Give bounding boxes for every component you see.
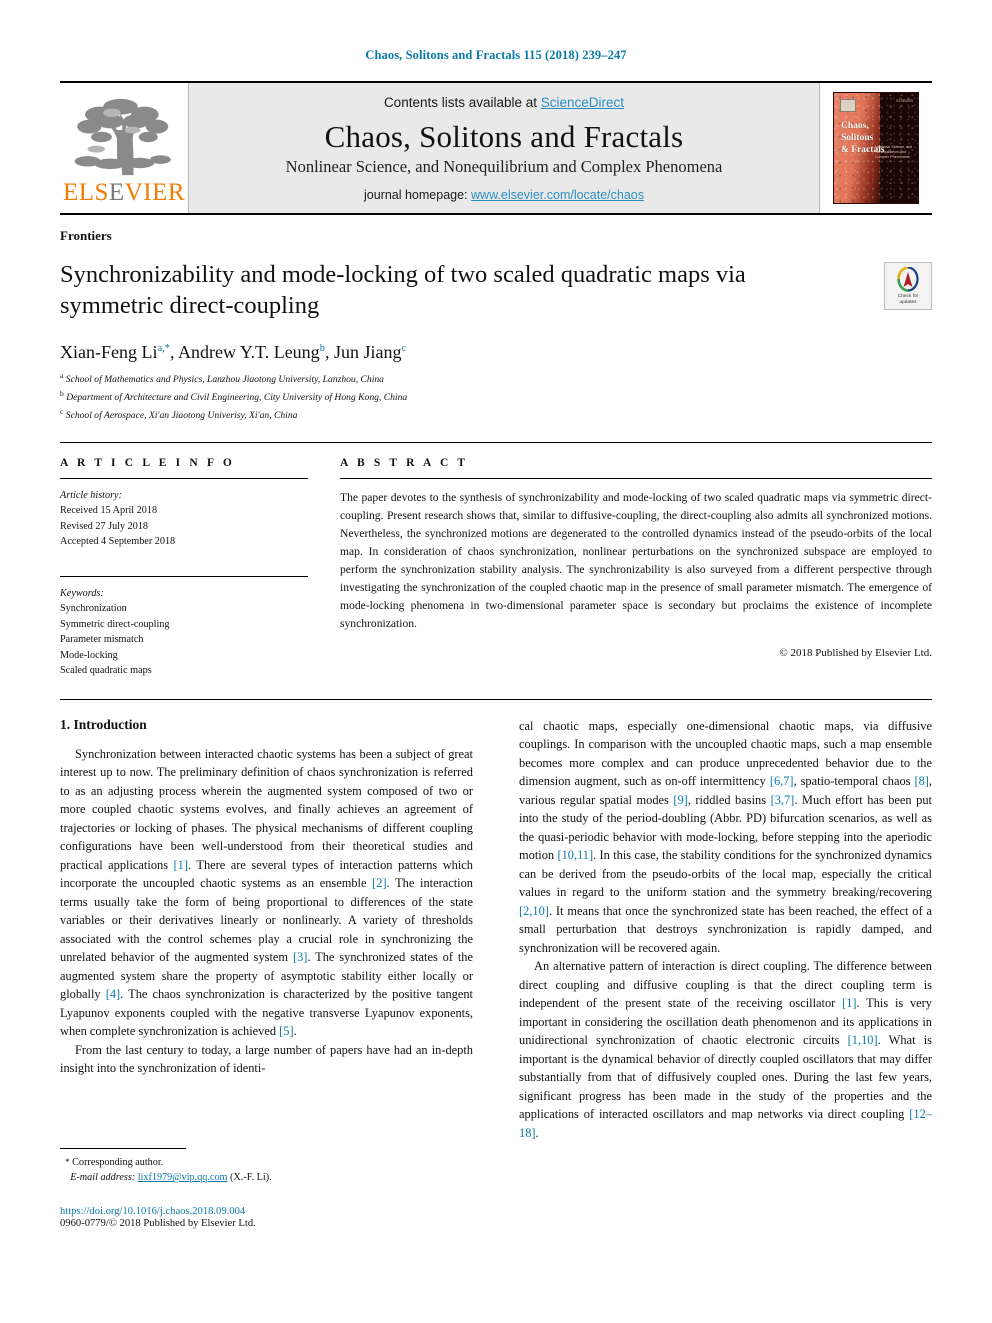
journal-homepage-line: journal homepage: www.elsevier.com/locat… bbox=[364, 188, 644, 202]
footnote-area: * Corresponding author. E-mail address: … bbox=[60, 1148, 480, 1229]
crossmark-icon bbox=[897, 266, 919, 292]
article-header: Frontiers Synchronizability and mode-loc… bbox=[60, 228, 932, 424]
affiliation-mark-1: b bbox=[60, 388, 64, 398]
section-heading-introduction: 1. Introduction bbox=[60, 716, 147, 732]
crossmark-badge[interactable]: Check for updates bbox=[884, 262, 932, 310]
running-head: Chaos, Solitons and Fractals 115 (2018) … bbox=[365, 48, 627, 62]
author-marks-0[interactable]: a,* bbox=[157, 343, 170, 354]
affiliation-text-0: School of Mathematics and Physics, Lanzh… bbox=[65, 373, 384, 385]
crossmark-label-line-2: updates bbox=[899, 299, 917, 305]
email-note: E-mail address: lixf1979@vip.qq.com (X.-… bbox=[60, 1170, 480, 1185]
affiliation-text-1: Department of Architecture and Civil Eng… bbox=[66, 391, 408, 403]
keyword-item: Mode-locking bbox=[60, 649, 118, 661]
keywords-rule bbox=[60, 575, 308, 577]
journal-cover-thumbnail: ELSEVIER Chaos, Solitons & Fractals Nonl… bbox=[833, 92, 919, 204]
article-info-column: A R T I C L E I N F O Article history: R… bbox=[60, 457, 308, 679]
body-column-right: cal chaotic maps, especially one-dimensi… bbox=[519, 717, 932, 1142]
email-attribution: (X.-F. Li). bbox=[230, 1172, 272, 1184]
keyword-item: Symmetric direct-coupling bbox=[60, 618, 170, 630]
abstract-heading: A B S T R A C T bbox=[340, 456, 469, 469]
journal-cover-container: ELSEVIER Chaos, Solitons & Fractals Nonl… bbox=[820, 83, 932, 213]
article-section-type: Frontiers bbox=[60, 228, 112, 243]
article-info-rule bbox=[60, 477, 308, 479]
author-list: Xian-Feng Lia,*, Andrew Y.T. Leungb, Jun… bbox=[60, 341, 407, 362]
elsevier-logo: ELSEVIER bbox=[60, 83, 188, 213]
affiliation-item: a School of Mathematics and Physics, Lan… bbox=[60, 370, 932, 388]
email-link[interactable]: lixf1979@vip.qq.com bbox=[138, 1172, 228, 1183]
cover-subtitle-text: Nonlinear Science, and Nonequilibrium an… bbox=[875, 145, 913, 159]
info-abstract-row: A R T I C L E I N F O Article history: R… bbox=[60, 443, 932, 679]
keyword-item: Synchronization bbox=[60, 603, 127, 615]
abstract-rule bbox=[340, 477, 932, 479]
footnote-body: * Corresponding author. E-mail address: … bbox=[60, 1155, 480, 1186]
affiliation-mark-0: a bbox=[60, 370, 64, 380]
corresponding-label: Corresponding author. bbox=[72, 1157, 164, 1168]
author-name-2: Jun Jiang bbox=[333, 341, 402, 362]
contents-prefix: Contents lists available at bbox=[383, 94, 541, 110]
body-paragraph: cal chaotic maps, especially one-dimensi… bbox=[519, 718, 932, 955]
corresponding-author-note: * Corresponding author. bbox=[60, 1155, 480, 1170]
journal-homepage-link[interactable]: www.elsevier.com/locate/chaos bbox=[471, 188, 644, 202]
article-history-label: Article history: bbox=[60, 489, 122, 501]
body-paragraph: An alternative pattern of interaction is… bbox=[519, 959, 932, 1140]
affiliation-mark-2: c bbox=[60, 406, 64, 416]
author-marks-1[interactable]: b bbox=[320, 343, 325, 354]
sciencedirect-link[interactable]: ScienceDirect bbox=[541, 95, 624, 110]
article-history-item: Received 15 April 2018 bbox=[60, 505, 158, 517]
masthead-bottom-rule bbox=[60, 213, 932, 215]
body-column-left: 1. Introduction Synchronization between … bbox=[60, 717, 473, 1142]
abstract-copyright: © 2018 Published by Elsevier Ltd. bbox=[779, 646, 932, 659]
author-name-0: Xian-Feng Li bbox=[60, 341, 158, 362]
issn-copyright-line: 0960-0779/© 2018 Published by Elsevier L… bbox=[60, 1217, 256, 1229]
keyword-item: Parameter mismatch bbox=[60, 634, 144, 646]
author-marks-2[interactable]: c bbox=[401, 343, 406, 354]
cover-title-line-2: Solitons bbox=[841, 132, 874, 143]
keyword-item: Scaled quadratic maps bbox=[60, 665, 152, 677]
affiliation-item: b Department of Architecture and Civil E… bbox=[60, 388, 932, 406]
abstract-text: The paper devotes to the synthesis of sy… bbox=[340, 490, 932, 630]
affiliation-item: c School of Aerospace, Xi'an Jiaotong Un… bbox=[60, 406, 932, 424]
doi-link[interactable]: https://doi.org/10.1016/j.chaos.2018.09.… bbox=[60, 1206, 480, 1217]
abstract-column: A B S T R A C T The paper devotes to the… bbox=[340, 457, 932, 679]
article-info-heading: A R T I C L E I N F O bbox=[60, 456, 235, 469]
article-history-item: Revised 27 July 2018 bbox=[60, 520, 149, 532]
cover-title-line-1: Chaos, bbox=[841, 121, 869, 131]
body-paragraph: From the last century to today, a large … bbox=[60, 1042, 473, 1076]
journal-masthead: ELSEVIER Contents lists available at Sci… bbox=[60, 81, 932, 213]
masthead-center: Contents lists available at ScienceDirec… bbox=[188, 83, 820, 213]
paper-page: Chaos, Solitons and Fractals 115 (2018) … bbox=[0, 0, 992, 1323]
article-history-block: Article history: Received 15 April 2018 … bbox=[60, 488, 308, 550]
affiliation-text-2: School of Aerospace, Xi'an Jiaotong Univ… bbox=[65, 410, 298, 421]
body-paragraph: Synchronization between interacted chaot… bbox=[60, 746, 474, 1039]
page-title: Synchronizability and mode-locking of tw… bbox=[60, 261, 746, 319]
keywords-label: Keywords: bbox=[60, 587, 104, 599]
elsevier-wordmark: ELSEVIER bbox=[62, 179, 186, 206]
body-columns: 1. Introduction Synchronization between … bbox=[60, 700, 932, 1142]
cover-elsevier-badge-icon bbox=[840, 99, 856, 112]
author-name-1: Andrew Y.T. Leung bbox=[178, 341, 320, 362]
article-history-item: Accepted 4 September 2018 bbox=[60, 536, 176, 548]
cover-corner-text: ELSEVIER bbox=[896, 99, 913, 103]
affiliation-list: a School of Mathematics and Physics, Lan… bbox=[60, 370, 932, 424]
crossmark-label: Check for updates bbox=[898, 294, 919, 306]
crossmark-label-line-1: Check for bbox=[897, 293, 919, 299]
elsevier-tree-icon bbox=[74, 98, 171, 176]
contents-available-line: Contents lists available at ScienceDirec… bbox=[384, 95, 624, 110]
corresponding-marker: * bbox=[65, 1157, 70, 1167]
footnote-rule bbox=[60, 1148, 186, 1149]
journal-subtitle: Nonlinear Science, and Nonequilibrium an… bbox=[285, 156, 723, 176]
keywords-block: Keywords: Synchronization Symmetric dire… bbox=[60, 586, 308, 679]
journal-title: Chaos, Solitons and Fractals bbox=[324, 118, 684, 154]
email-label: E-mail address: bbox=[70, 1172, 136, 1184]
homepage-prefix: journal homepage: bbox=[363, 187, 472, 202]
